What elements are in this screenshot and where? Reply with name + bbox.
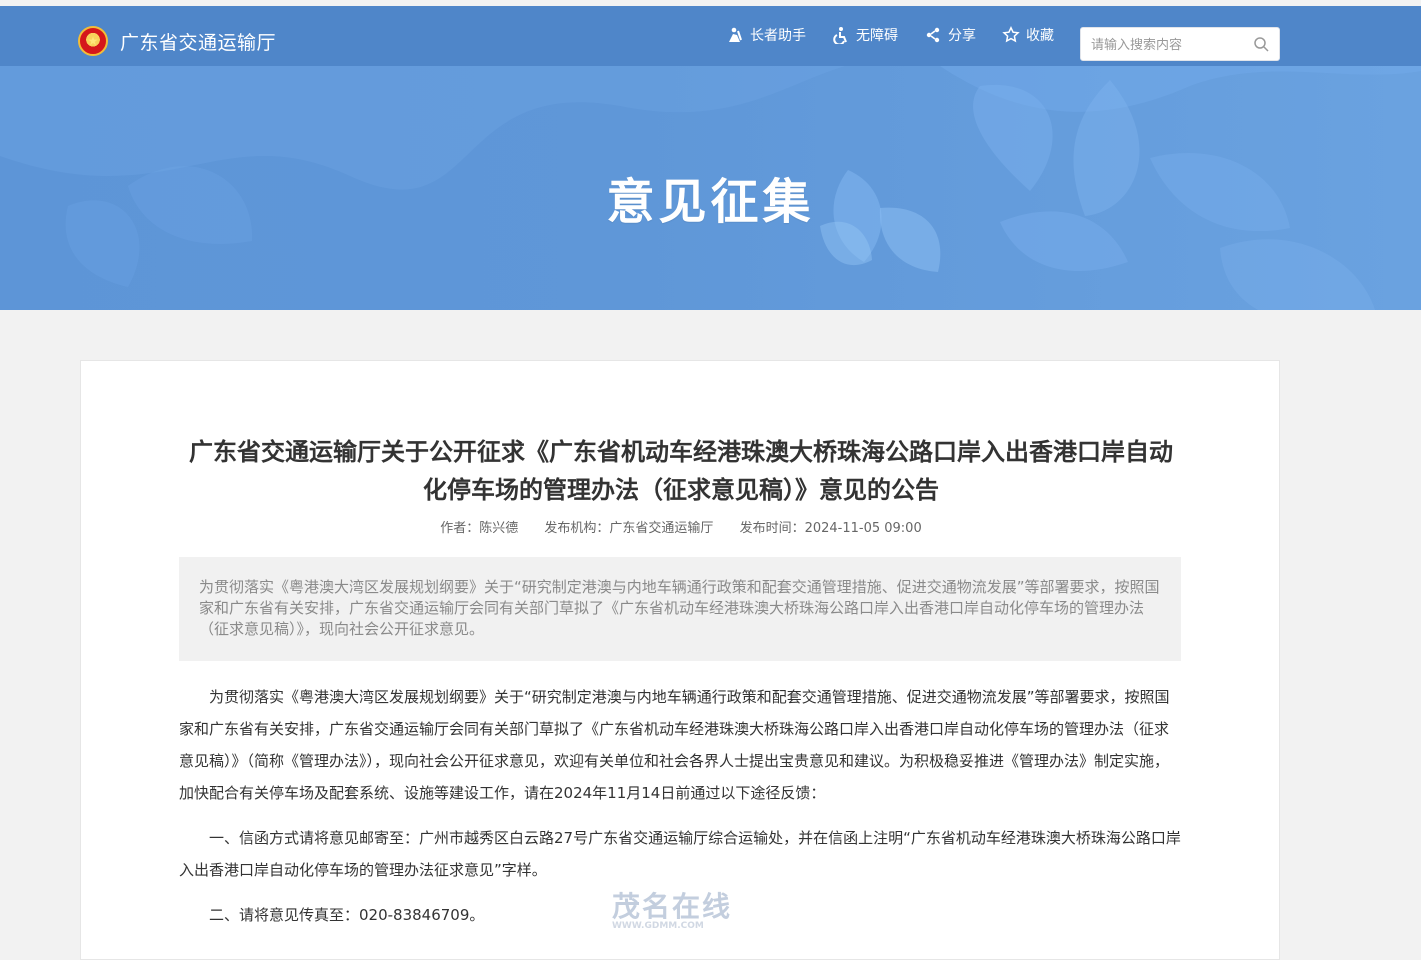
page-banner: 意见征集 <box>0 66 1421 310</box>
elder-assistant-button[interactable]: 长者助手 <box>726 25 806 45</box>
accessibility-button[interactable]: 无障碍 <box>832 25 898 45</box>
watermark-text: 茂名在线 <box>612 890 733 923</box>
accessibility-label: 无障碍 <box>856 28 898 44</box>
author-info: 作者：陈兴德 <box>440 521 519 536</box>
search-input[interactable] <box>1091 36 1241 52</box>
favorite-button[interactable]: 收藏 <box>1002 25 1054 45</box>
government-emblem-icon: ★ <box>78 26 108 56</box>
site-brand[interactable]: ★ 广东省交通运输厅 <box>78 26 276 56</box>
favorite-star-icon <box>1002 26 1020 44</box>
site-watermark: 茂名在线 WWW.GDMM.COM <box>612 885 732 931</box>
publish-time: 发布时间：2024-11-05 09:00 <box>739 521 922 536</box>
article-summary: 为贯彻落实《粤港澳大湾区发展规划纲要》关于“研究制定港澳与内地车辆通行政策和配套… <box>179 557 1181 661</box>
top-navigation-bar: ★ 广东省交通运输厅 长者助手 无障碍 分享 收藏 <box>0 6 1421 66</box>
share-label: 分享 <box>948 28 976 44</box>
article-paragraph: 为贯彻落实《粤港澳大湾区发展规划纲要》关于“研究制定港澳与内地车辆通行政策和配套… <box>179 688 1170 802</box>
article-meta: 作者：陈兴德 发布机构：广东省交通运输厅 发布时间：2024-11-05 09:… <box>81 517 1281 536</box>
elder-assistant-label: 长者助手 <box>750 28 806 44</box>
header-tools: 长者助手 无障碍 分享 收藏 <box>726 25 1054 45</box>
search-icon[interactable] <box>1253 36 1269 52</box>
accessibility-icon <box>832 26 850 44</box>
elder-assistant-icon <box>726 26 744 44</box>
publisher-info: 发布机构：广东省交通运输厅 <box>544 521 714 536</box>
banner-title: 意见征集 <box>606 174 815 230</box>
article-title: 广东省交通运输厅关于公开征求《广东省机动车经港珠澳大桥珠海公路口岸入出香港口岸自… <box>189 438 1173 504</box>
article-card: 广东省交通运输厅关于公开征求《广东省机动车经港珠澳大桥珠海公路口岸入出香港口岸自… <box>80 360 1280 960</box>
share-icon <box>924 26 942 44</box>
favorite-label: 收藏 <box>1026 28 1054 44</box>
site-name: 广东省交通运输厅 <box>120 31 277 54</box>
share-button[interactable]: 分享 <box>924 25 976 45</box>
search-box <box>1080 27 1280 61</box>
article-paragraph: 一、信函方式请将意见邮寄至：广州市越秀区白云路27号广东省交通运输厅综合运输处，… <box>179 829 1181 879</box>
